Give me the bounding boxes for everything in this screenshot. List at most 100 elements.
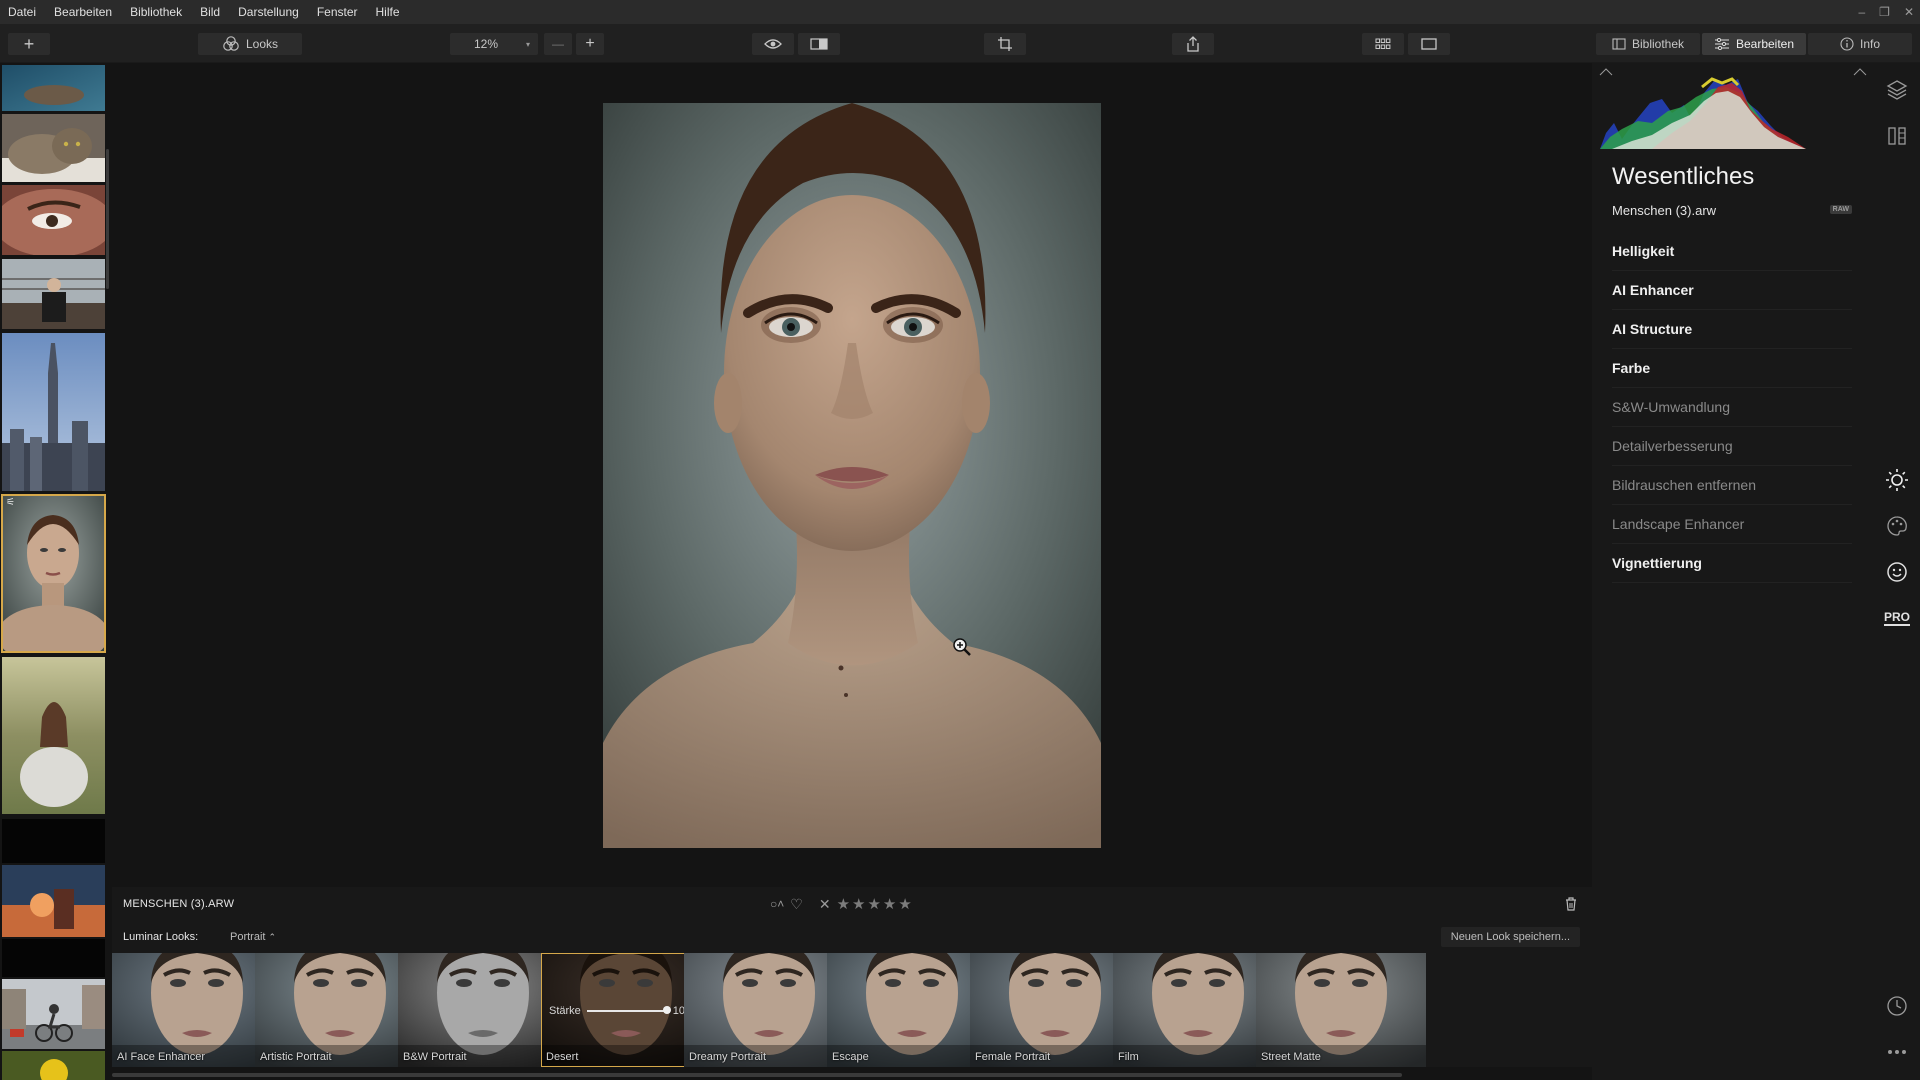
menu-bibliothek[interactable]: Bibliothek (121, 0, 191, 24)
look-preset-8[interactable]: Street Matte (1256, 953, 1426, 1067)
tool-item-5[interactable]: Detailverbesserung (1612, 427, 1852, 466)
tool-item-label: Farbe (1612, 360, 1651, 376)
tab-library-label: Bibliothek (1631, 37, 1685, 51)
thumbnail-image (2, 65, 105, 111)
crop-button[interactable] (984, 33, 1026, 55)
thumbnail-8[interactable] (2, 819, 105, 863)
reject-icon[interactable]: ✕ (819, 896, 831, 913)
edited-badge-icon: ⚟ (6, 497, 15, 508)
thumbnail-4[interactable] (2, 259, 105, 329)
tool-item-4[interactable]: S&W-Umwandlung (1612, 388, 1852, 427)
looks-category-label: Portrait (230, 931, 266, 943)
canvas-tools-icon[interactable] (1885, 124, 1909, 148)
thumbnail-6-selected[interactable]: ⚟ (1, 494, 106, 653)
add-button[interactable]: + (8, 33, 50, 55)
strength-slider[interactable] (586, 1006, 671, 1014)
tool-item-3[interactable]: Farbe (1612, 349, 1852, 388)
thumbnail-3[interactable] (2, 185, 105, 255)
strength-slider-handle[interactable] (662, 1006, 671, 1014)
more-options-icon[interactable] (1885, 1040, 1909, 1064)
pro-tools-icon[interactable]: PRO (1884, 606, 1911, 630)
portrait-face-icon[interactable] (1885, 560, 1909, 584)
creative-palette-icon[interactable] (1885, 514, 1909, 538)
star-4[interactable]: ★ (883, 895, 896, 913)
tool-item-label: Helligkeit (1612, 243, 1675, 259)
tool-item-label: Bildrauschen entfernen (1612, 477, 1756, 493)
thumbnail-image (2, 333, 105, 491)
thumbnail-1[interactable] (2, 65, 105, 111)
window-controls: – ❐ ✕ (1858, 0, 1914, 24)
looks-category-dropdown[interactable]: Portrait ⌃ (230, 931, 276, 943)
look-preset-label: Film (1118, 1051, 1139, 1063)
image-filename: MENSCHEN (3).ARW (123, 898, 235, 910)
menu-datei[interactable]: Datei (0, 0, 45, 24)
menu-bild[interactable]: Bild (191, 0, 229, 24)
menu-darstellung[interactable]: Darstellung (229, 0, 308, 24)
tool-item-label: Detailverbesserung (1612, 438, 1733, 454)
maximize-button[interactable]: ❐ (1879, 5, 1890, 19)
menu-fenster[interactable]: Fenster (308, 0, 367, 24)
heart-icon[interactable]: ♡ (790, 896, 803, 913)
star-1[interactable]: ★ (837, 895, 850, 913)
look-preset-label: Escape (832, 1051, 869, 1063)
zoom-in-button[interactable]: + (576, 33, 604, 55)
layers-icon[interactable] (1885, 78, 1909, 102)
history-clock-icon[interactable] (1885, 994, 1909, 1018)
tab-library[interactable]: Bibliothek (1596, 33, 1700, 55)
image-canvas[interactable] (112, 63, 1592, 887)
share-icon (1187, 36, 1199, 52)
star-2[interactable]: ★ (852, 895, 865, 913)
preview-toggle-button[interactable] (752, 33, 794, 55)
minimize-button[interactable]: – (1858, 5, 1865, 19)
tool-item-2[interactable]: AI Structure (1612, 310, 1852, 349)
single-image-icon (1421, 38, 1437, 50)
tool-item-8[interactable]: Vignettierung (1612, 544, 1852, 583)
crop-icon (998, 37, 1012, 51)
single-view-button[interactable] (1408, 33, 1450, 55)
zoom-select[interactable]: 12% ▾ (450, 33, 538, 55)
share-button[interactable] (1172, 33, 1214, 55)
minus-icon: — (552, 37, 564, 51)
library-icon (1612, 38, 1626, 50)
tab-edit[interactable]: Bearbeiten (1702, 33, 1806, 55)
looks-button[interactable]: Looks (198, 33, 302, 55)
strength-slider-fill (586, 1010, 667, 1012)
tool-item-7[interactable]: Landscape Enhancer (1612, 505, 1852, 544)
zoom-out-button[interactable]: — (544, 33, 572, 55)
tool-item-6[interactable]: Bildrauschen entfernen (1612, 466, 1852, 505)
looks-scrollbar[interactable] (112, 1073, 1402, 1077)
look-preset-label: Desert (546, 1051, 579, 1063)
tool-item-0[interactable]: Helligkeit (1612, 232, 1852, 271)
looks-label: Looks (245, 37, 279, 51)
raw-badge: RAW (1829, 205, 1852, 214)
compare-button[interactable] (798, 33, 840, 55)
color-label-icon[interactable]: ○˄ (770, 897, 784, 911)
tool-item-label: Landscape Enhancer (1612, 516, 1745, 532)
thumbnail-2[interactable] (2, 114, 105, 182)
menu-bearbeiten[interactable]: Bearbeiten (45, 0, 121, 24)
look-thumbnail (1256, 953, 1426, 1067)
thumbnail-9[interactable] (2, 865, 105, 937)
star-3[interactable]: ★ (867, 895, 880, 913)
essentials-sun-icon[interactable] (1885, 468, 1909, 492)
plus-icon: + (23, 33, 35, 54)
grid-view-button[interactable] (1362, 33, 1404, 55)
menu-hilfe[interactable]: Hilfe (367, 0, 409, 24)
thumbnail-image (2, 495, 105, 652)
star-5[interactable]: ★ (898, 895, 911, 913)
thumbnail-11[interactable] (2, 979, 105, 1049)
tab-info[interactable]: Info (1808, 33, 1912, 55)
sliders-icon (1714, 38, 1729, 50)
thumbnail-10[interactable] (2, 939, 105, 977)
look-strength-control: Stärke 100 (549, 1005, 705, 1017)
close-button[interactable]: ✕ (1904, 5, 1914, 19)
thumbnail-7[interactable] (2, 657, 105, 814)
save-new-look-button[interactable]: Neuen Look speichern... (1440, 927, 1580, 947)
main-photo[interactable] (603, 103, 1101, 848)
panel-file-label: Menschen (3).arw (1612, 203, 1717, 218)
thumbnail-12[interactable] (2, 1051, 105, 1080)
trash-icon[interactable] (1564, 896, 1578, 912)
tool-item-1[interactable]: AI Enhancer (1612, 271, 1852, 310)
thumbnail-5[interactable] (2, 333, 105, 491)
filmstrip-scrollbar[interactable] (106, 149, 109, 289)
